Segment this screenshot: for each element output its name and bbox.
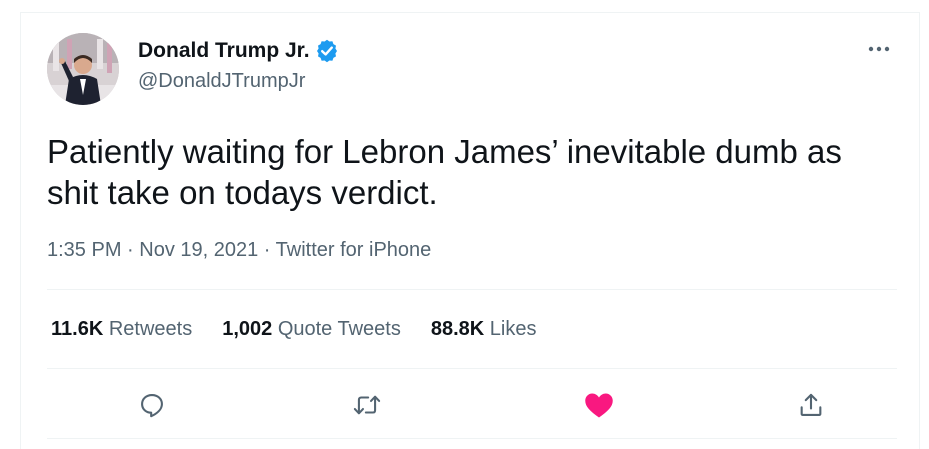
verified-badge-icon [315,39,339,63]
heart-icon [585,393,613,418]
tweet-meta: 1:35 PM · Nov 19, 2021 · Twitter for iPh… [47,239,431,262]
tweet-source[interactable]: Twitter for iPhone [276,239,432,261]
quote-tweets-stat[interactable]: 1,002 Quote Tweets [222,318,401,341]
likes-label: Likes [484,318,537,340]
retweets-label: Retweets [103,318,193,340]
avatar-image [47,33,119,105]
likes-stat[interactable]: 88.8K Likes [431,318,537,341]
author-name-row: Donald Trump Jr. [138,39,339,63]
meta-separator: · [258,239,276,261]
quote-tweets-label: Quote Tweets [272,318,401,340]
tweet-time[interactable]: 1:35 PM [47,239,121,261]
more-dots-icon [868,46,890,52]
tweet-card: Donald Trump Jr. @DonaldJTrumpJr Patient… [20,12,920,449]
quote-tweets-count: 1,002 [222,318,273,340]
tweet-actions [47,385,897,435]
share-button[interactable] [791,385,831,425]
share-icon [800,393,822,416]
author-handle[interactable]: @DonaldJTrumpJr [138,70,305,93]
reply-icon [141,394,163,418]
meta-separator: · [121,239,140,261]
retweet-icon [353,395,381,415]
retweets-stat[interactable]: 11.6K Retweets [51,318,192,341]
retweets-count: 11.6K [51,318,104,340]
divider [47,289,897,290]
divider [47,438,897,439]
like-button[interactable] [579,385,619,425]
more-options-button[interactable] [865,39,893,59]
author-display-name[interactable]: Donald Trump Jr. [138,39,310,63]
tweet-text: Patiently waiting for Lebron James’ inev… [47,133,842,211]
divider [47,368,897,369]
tweet-date[interactable]: Nov 19, 2021 [139,239,258,261]
likes-count: 88.8K [430,318,485,340]
reply-button[interactable] [132,385,172,425]
tweet-stats: 11.6K Retweets 1,002 Quote Tweets 88.8K … [51,318,536,341]
avatar[interactable] [47,33,119,105]
retweet-button[interactable] [347,385,387,425]
